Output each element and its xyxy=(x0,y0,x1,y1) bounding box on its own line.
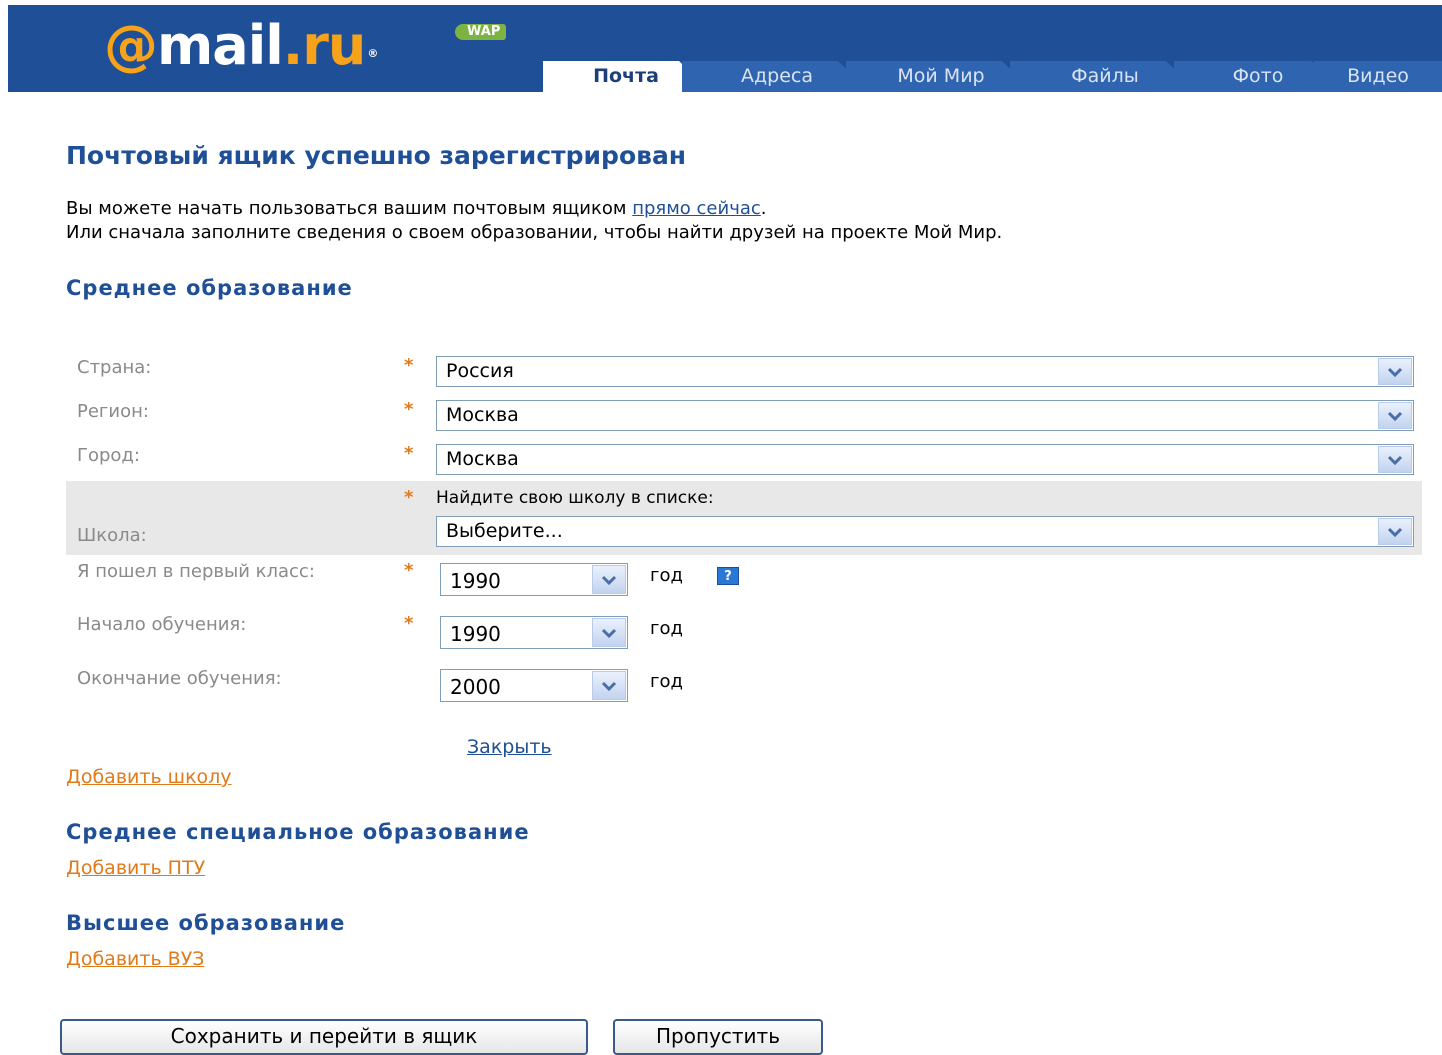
tab-video[interactable]: Видео xyxy=(1314,61,1442,92)
country-select[interactable]: Россия xyxy=(436,356,1414,387)
intro-line2: Или сначала заполните сведения о своем о… xyxy=(66,222,1003,243)
country-value: Россия xyxy=(446,360,514,382)
region-value: Москва xyxy=(446,404,519,426)
secondary-education-heading: Среднее образование xyxy=(66,276,353,300)
first-grade-year-value: 1990 xyxy=(450,569,501,593)
tab-moy-mir[interactable]: Мой Мир xyxy=(846,61,1036,92)
tab-fayly[interactable]: Файлы xyxy=(1010,61,1200,92)
chevron-down-icon[interactable] xyxy=(592,671,626,700)
start-year-value: 1990 xyxy=(450,622,501,646)
required-mark: * xyxy=(404,355,414,376)
end-year-value: 2000 xyxy=(450,675,501,699)
country-label: Страна: xyxy=(77,357,152,378)
chevron-down-icon[interactable] xyxy=(1378,358,1412,385)
higher-education-heading: Высшее образование xyxy=(66,911,346,935)
add-vocational-link[interactable]: Добавить ПТУ xyxy=(66,857,205,879)
school-select[interactable]: Выберите... xyxy=(436,516,1414,547)
add-school-link[interactable]: Добавить школу xyxy=(66,766,232,788)
first-grade-year-select[interactable]: 1990 xyxy=(440,563,628,596)
chevron-down-icon[interactable] xyxy=(1378,446,1412,473)
region-select[interactable]: Москва xyxy=(436,400,1414,431)
chevron-down-icon[interactable] xyxy=(1378,402,1412,429)
end-label: Окончание обучения: xyxy=(77,668,282,689)
required-mark: * xyxy=(404,560,414,581)
required-mark: * xyxy=(404,487,414,508)
vocational-education-heading: Среднее специальное образование xyxy=(66,820,530,844)
start-now-link[interactable]: прямо сейчас xyxy=(632,198,761,219)
school-hint: Найдите свою школу в списке: xyxy=(436,488,714,508)
end-year-select[interactable]: 2000 xyxy=(440,669,628,702)
first-grade-label: Я пошел в первый класс: xyxy=(77,561,315,582)
top-tabs: Почта Адреса Мой Мир Файлы Фото Видео xyxy=(0,0,1442,92)
first-grade-unit: год xyxy=(650,565,683,586)
intro-line1-suffix: . xyxy=(760,198,767,219)
required-mark: * xyxy=(404,613,414,634)
city-select[interactable]: Москва xyxy=(436,444,1414,475)
chevron-down-icon[interactable] xyxy=(592,618,626,647)
school-value: Выберите... xyxy=(446,520,563,542)
help-icon[interactable]: ? xyxy=(717,567,739,585)
close-link[interactable]: Закрыть xyxy=(467,736,552,758)
skip-button[interactable]: Пропустить xyxy=(613,1019,823,1055)
start-year-select[interactable]: 1990 xyxy=(440,616,628,649)
add-university-link[interactable]: Добавить ВУЗ xyxy=(66,948,204,970)
intro-text: Вы можете начать пользоваться вашим почт… xyxy=(66,197,1002,245)
required-mark: * xyxy=(404,399,414,420)
start-label: Начало обучения: xyxy=(77,614,247,635)
region-label: Регион: xyxy=(77,401,149,422)
tab-adresa[interactable]: Адреса xyxy=(682,61,872,92)
save-and-go-button[interactable]: Сохранить и перейти в ящик xyxy=(60,1019,588,1055)
start-unit: год xyxy=(650,618,683,639)
city-value: Москва xyxy=(446,448,519,470)
chevron-down-icon[interactable] xyxy=(1378,518,1412,545)
intro-line1-prefix: Вы можете начать пользоваться вашим почт… xyxy=(66,198,633,219)
chevron-down-icon[interactable] xyxy=(592,565,626,594)
required-mark: * xyxy=(404,443,414,464)
school-label: Школа: xyxy=(77,525,147,546)
city-label: Город: xyxy=(77,445,140,466)
end-unit: год xyxy=(650,671,683,692)
page-title: Почтовый ящик успешно зарегистрирован xyxy=(66,141,687,170)
